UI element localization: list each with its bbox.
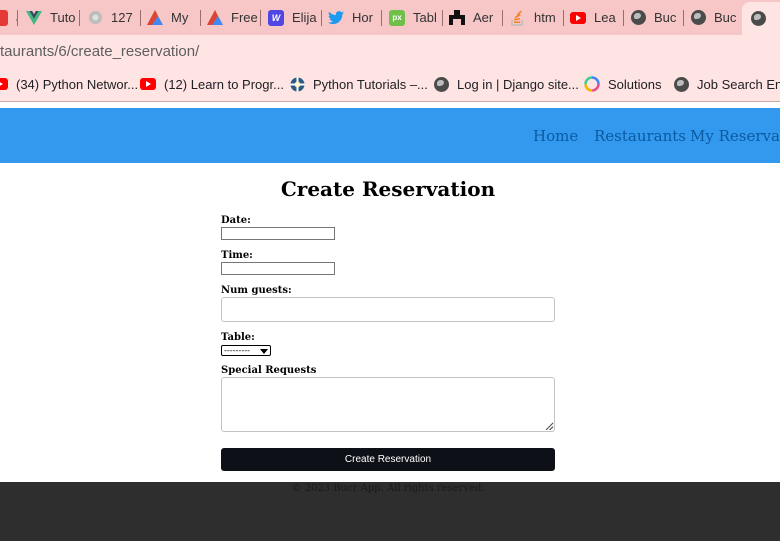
browser-tab[interactable]: Free <box>207 3 261 32</box>
tab-separator <box>17 10 18 26</box>
browser-tab[interactable]: My <box>147 3 201 32</box>
table-select-value: --------- <box>224 346 250 355</box>
footer-copyright: © 2023 Bucr App. All rights reserved. <box>291 483 485 494</box>
url-text[interactable]: taurants/6/create_reservation/ <box>0 43 199 60</box>
tab-separator <box>321 10 322 26</box>
browser-tab[interactable]: px Tabl <box>389 3 443 32</box>
twitter-icon <box>328 10 344 26</box>
tab-title: Aer <box>473 10 494 25</box>
tab-title: Tuto <box>50 10 76 25</box>
bookmark-item[interactable]: Python Tutorials –... <box>289 76 428 92</box>
tab-title: 127 <box>111 10 133 25</box>
browser-tab[interactable]: Buc <box>630 3 684 32</box>
stackoverflow-icon <box>510 10 526 26</box>
tab-separator <box>140 10 141 26</box>
site-navbar: Home Restaurants My Reservatio <box>0 108 780 163</box>
tab-separator <box>260 10 261 26</box>
tab-separator <box>502 10 503 26</box>
bookmark-label: Job Search Engi <box>697 76 780 92</box>
special-requests-textarea[interactable] <box>221 377 555 432</box>
globe-icon <box>433 76 449 92</box>
create-reservation-button[interactable]: Create Reservation <box>221 448 555 471</box>
page-title: Create Reservation <box>280 177 496 201</box>
tab-separator <box>683 10 684 26</box>
tab-title: Buc <box>654 10 677 25</box>
nav-link-restaurants[interactable]: Restaurants <box>594 127 686 145</box>
px-icon: px <box>389 9 405 26</box>
bookmark-item[interactable]: Solutions <box>584 76 661 92</box>
tab-separator <box>200 10 201 26</box>
tab-separator <box>563 10 564 26</box>
table-label: Table: <box>221 332 255 343</box>
browser-tab[interactable]: W Elija <box>268 3 322 32</box>
tab-separator <box>381 10 382 26</box>
aer-icon <box>449 10 465 26</box>
browser-tab-strip: ai Tuto 127 My Free W Elija <box>0 0 780 35</box>
gray-circle-icon <box>87 10 103 26</box>
browser-tab[interactable]: Buc <box>690 3 742 32</box>
browser-tab[interactable]: Aer <box>449 3 503 32</box>
globe-icon <box>630 10 646 26</box>
browser-tab[interactable]: 127 <box>87 3 141 32</box>
browser-tab[interactable]: Hor <box>328 3 382 32</box>
python-icon <box>289 76 305 92</box>
tab-title: Buc <box>714 10 737 25</box>
triangle-icon <box>147 10 163 26</box>
tab-title: htm <box>534 10 556 25</box>
time-label: Time: <box>221 250 253 261</box>
bookmark-label: Python Tutorials –... <box>313 76 428 92</box>
globe-icon <box>750 11 766 27</box>
tab-separator <box>79 10 80 26</box>
bookmark-label: (34) Python Networ... <box>16 76 139 92</box>
bookmark-item[interactable]: Log in | Django site... <box>433 76 579 92</box>
bookmark-label: Solutions <box>608 76 662 92</box>
browser-tab[interactable]: ai <box>0 3 18 32</box>
bookmarks-bar: (34) Python Networ... (12) Learn to Prog… <box>0 67 780 102</box>
youtube-icon <box>570 10 586 26</box>
tab-separator <box>623 10 624 26</box>
chevron-down-icon <box>260 349 268 354</box>
triangle-icon <box>207 10 223 26</box>
nav-link-my-reservations[interactable]: My Reservatio <box>690 127 780 145</box>
site-footer: © 2023 Bucr App. All rights reserved. <box>0 482 780 541</box>
time-input[interactable] <box>221 262 335 275</box>
table-select[interactable]: --------- <box>221 345 271 356</box>
date-input[interactable] <box>221 227 335 240</box>
browser-tab[interactable]: htm <box>510 3 564 32</box>
bookmark-item[interactable]: (12) Learn to Progr... <box>140 76 284 92</box>
address-bar[interactable]: taurants/6/create_reservation/ <box>0 35 780 67</box>
browser-tab-active[interactable] <box>742 2 780 35</box>
tab-title: Free <box>231 10 258 25</box>
bookmark-item[interactable]: (34) Python Networ... <box>0 76 138 92</box>
youtube-icon <box>140 76 156 92</box>
special-requests-label: Special Requests <box>221 365 317 376</box>
num-guests-input[interactable] <box>221 297 555 322</box>
globe-icon <box>690 10 706 26</box>
globe-icon <box>673 76 689 92</box>
tab-title: Lea <box>594 10 616 25</box>
bookmark-item[interactable]: Job Search Engi <box>673 76 780 92</box>
red-square-icon <box>0 9 8 26</box>
tab-title: Elija <box>292 10 317 25</box>
bookmark-label: (12) Learn to Progr... <box>164 76 284 92</box>
bookmark-label: Log in | Django site... <box>457 76 579 92</box>
vue-icon <box>26 10 42 26</box>
tab-separator <box>442 10 443 26</box>
youtube-icon <box>0 76 8 92</box>
rainbow-circle-icon <box>584 76 600 92</box>
date-label: Date: <box>221 215 251 226</box>
browser-tab[interactable]: Lea <box>570 3 624 32</box>
num-guests-label: Num guests: <box>221 285 292 296</box>
browser-tab[interactable]: Tuto <box>26 3 80 32</box>
nav-link-home[interactable]: Home <box>533 127 578 145</box>
resize-grip-icon[interactable] <box>545 422 553 430</box>
tab-title: Tabl <box>413 10 437 25</box>
tab-title: Hor <box>352 10 373 25</box>
tab-title: My <box>171 10 189 25</box>
w-icon: W <box>268 9 284 26</box>
